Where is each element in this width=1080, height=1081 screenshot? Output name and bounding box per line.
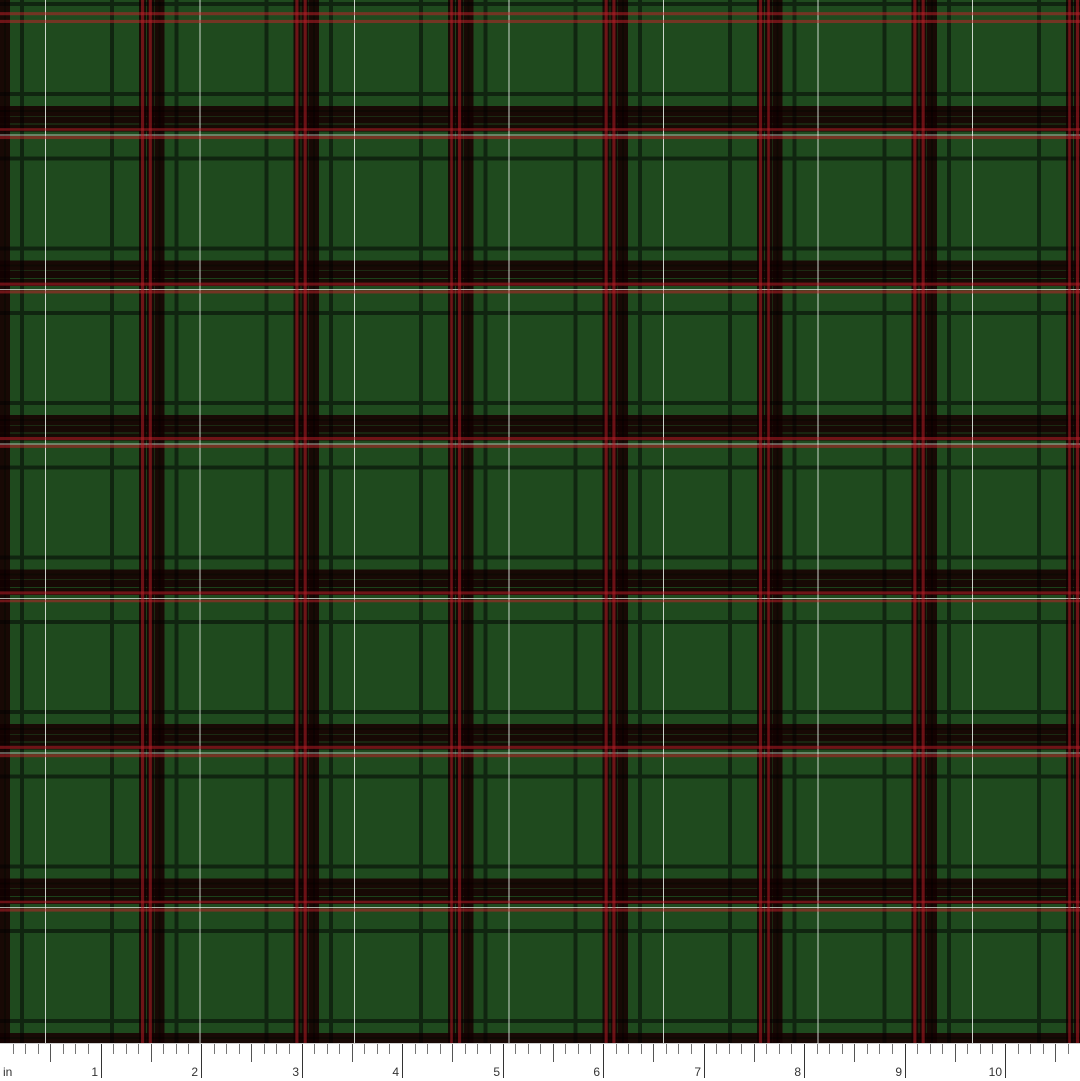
ruler-fraction-tick <box>415 1044 416 1054</box>
ruler-fraction-tick <box>779 1044 780 1054</box>
ruler-fraction-tick <box>13 1044 14 1054</box>
ruler-fraction-tick <box>1018 1044 1019 1054</box>
ruler-fraction-tick <box>1055 1044 1056 1062</box>
ruler-inch-tick <box>302 1044 303 1078</box>
ruler-fraction-tick <box>842 1044 843 1054</box>
ruler-inch-label: 1 <box>91 1065 98 1079</box>
ruler-fraction-tick <box>892 1044 893 1054</box>
ruler-fraction-tick <box>641 1044 642 1054</box>
ruler-inch-tick <box>704 1044 705 1078</box>
ruler-fraction-tick <box>377 1044 378 1054</box>
ruler-fraction-tick <box>50 1044 51 1062</box>
ruler-fraction-tick <box>38 1044 39 1054</box>
ruler-fraction-tick <box>942 1044 943 1054</box>
ruler-inch-label: 3 <box>292 1065 299 1079</box>
ruler-fraction-tick <box>389 1044 390 1054</box>
ruler-fraction-tick <box>992 1044 993 1054</box>
ruler-fraction-tick <box>163 1044 164 1054</box>
ruler-fraction-tick <box>151 1044 152 1062</box>
ruler-inch-label: 8 <box>794 1065 801 1079</box>
ruler-fraction-tick <box>465 1044 466 1054</box>
ruler-fraction-tick <box>729 1044 730 1054</box>
ruler-inch-label: 10 <box>988 1065 1002 1079</box>
ruler-fraction-tick <box>214 1044 215 1054</box>
ruler-fraction-tick <box>528 1044 529 1054</box>
ruler-fraction-tick <box>955 1044 956 1062</box>
ruler-fraction-tick <box>879 1044 880 1054</box>
ruler-fraction-tick <box>1030 1044 1031 1054</box>
ruler-fraction-tick <box>590 1044 591 1054</box>
ruler-fraction-tick <box>339 1044 340 1054</box>
ruler-inch-tick <box>101 1044 102 1078</box>
ruler-fraction-tick <box>930 1044 931 1054</box>
ruler-fraction-tick <box>25 1044 26 1054</box>
plaid-red-stripes <box>0 0 1080 1043</box>
ruler-fraction-tick <box>716 1044 717 1054</box>
ruler-fraction-tick <box>490 1044 491 1054</box>
ruler-fraction-tick <box>854 1044 855 1062</box>
ruler-fraction-tick <box>678 1044 679 1054</box>
ruler-fraction-tick <box>628 1044 629 1054</box>
ruler-fraction-tick <box>741 1044 742 1054</box>
ruler-inch-label: 2 <box>191 1065 198 1079</box>
ruler-fraction-tick <box>327 1044 328 1054</box>
ruler-fraction-tick <box>1068 1044 1069 1054</box>
ruler-inch-label: 4 <box>392 1065 399 1079</box>
ruler-fraction-tick <box>980 1044 981 1054</box>
ruler-fraction-tick <box>1043 1044 1044 1054</box>
ruler-fraction-tick <box>176 1044 177 1054</box>
ruler-fraction-tick <box>138 1044 139 1054</box>
ruler-fraction-tick <box>917 1044 918 1054</box>
ruler-fraction-tick <box>188 1044 189 1054</box>
ruler-inch-tick <box>804 1044 805 1078</box>
ruler-fraction-tick <box>63 1044 64 1054</box>
ruler-fraction-tick <box>666 1044 667 1054</box>
ruler-fraction-tick <box>251 1044 252 1062</box>
ruler-inch-label: 9 <box>895 1065 902 1079</box>
ruler-inch-tick <box>1005 1044 1006 1078</box>
ruler-fraction-tick <box>427 1044 428 1054</box>
ruler-fraction-tick <box>239 1044 240 1054</box>
ruler-fraction-tick <box>515 1044 516 1054</box>
ruler-inch-tick <box>201 1044 202 1078</box>
ruler-inch-tick <box>603 1044 604 1078</box>
ruler-fraction-tick <box>126 1044 127 1054</box>
ruler-fraction-tick <box>477 1044 478 1054</box>
ruler-fraction-tick <box>440 1044 441 1054</box>
ruler-unit-label: in <box>3 1065 13 1079</box>
ruler-fraction-tick <box>88 1044 89 1054</box>
ruler-fraction-tick <box>791 1044 792 1054</box>
ruler-fraction-tick <box>967 1044 968 1054</box>
ruler-inch-tick <box>905 1044 906 1078</box>
ruler-fraction-tick <box>226 1044 227 1054</box>
ruler-fraction-tick <box>364 1044 365 1054</box>
ruler-fraction-tick <box>113 1044 114 1054</box>
ruler-fraction-tick <box>289 1044 290 1054</box>
ruler-fraction-tick <box>264 1044 265 1054</box>
ruler-fraction-tick <box>75 1044 76 1054</box>
ruler-inch-label: 6 <box>593 1065 600 1079</box>
ruler-inch-tick <box>503 1044 504 1078</box>
ruler-fraction-tick <box>867 1044 868 1054</box>
ruler-fraction-tick <box>691 1044 692 1054</box>
ruler-inch-label: 7 <box>694 1065 701 1079</box>
ruler-fraction-tick <box>578 1044 579 1054</box>
ruler-fraction-tick <box>829 1044 830 1054</box>
ruler-inch-tick <box>402 1044 403 1078</box>
ruler-fraction-tick <box>314 1044 315 1054</box>
ruler-inch-label: 5 <box>493 1065 500 1079</box>
ruler-fraction-tick <box>352 1044 353 1062</box>
inch-ruler: in 1 2 3 4 5 6 7 8 9 10 <box>0 1043 1080 1081</box>
ruler-fraction-tick <box>276 1044 277 1054</box>
ruler-fraction-tick <box>766 1044 767 1054</box>
ruler-fraction-tick <box>565 1044 566 1054</box>
ruler-fraction-tick <box>553 1044 554 1062</box>
ruler-fraction-tick <box>817 1044 818 1054</box>
ruler-fraction-tick <box>616 1044 617 1054</box>
ruler-fraction-tick <box>540 1044 541 1054</box>
ruler-fraction-tick <box>754 1044 755 1062</box>
ruler-fraction-tick <box>653 1044 654 1062</box>
ruler-fraction-tick <box>452 1044 453 1062</box>
